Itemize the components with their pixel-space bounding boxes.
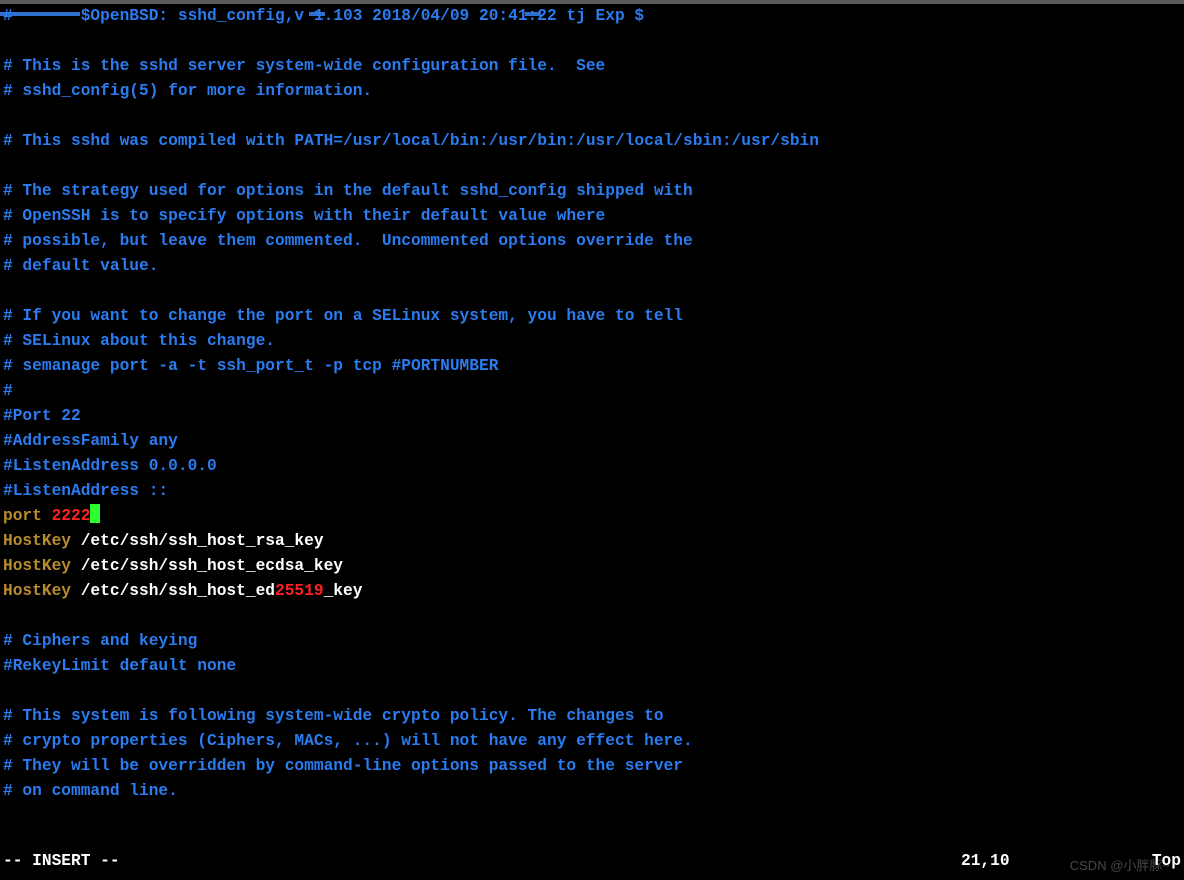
code-line[interactable] [3, 279, 1181, 304]
comment-text: # The strategy used for options in the d… [3, 182, 693, 200]
code-line[interactable] [3, 104, 1181, 129]
comment-text: # $OpenBSD: sshd_config,v 1.103 2018/04/… [3, 7, 644, 25]
code-line[interactable] [3, 604, 1181, 629]
code-line[interactable]: # semanage port -a -t ssh_port_t -p tcp … [3, 354, 1181, 379]
code-line[interactable]: # crypto properties (Ciphers, MACs, ...)… [3, 729, 1181, 754]
code-line[interactable] [3, 29, 1181, 54]
code-line[interactable]: # sshd_config(5) for more information. [3, 79, 1181, 104]
config-value: /etc/ssh/ssh_host_ed [71, 582, 275, 600]
code-line[interactable]: # on command line. [3, 779, 1181, 804]
config-value: /etc/ssh/ssh_host_ecdsa_key [71, 557, 343, 575]
code-line[interactable]: # This sshd was compiled with PATH=/usr/… [3, 129, 1181, 154]
code-line[interactable]: port 2222 [3, 504, 1181, 529]
text-cursor [90, 504, 100, 523]
code-line[interactable]: # [3, 379, 1181, 404]
code-line[interactable]: #RekeyLimit default none [3, 654, 1181, 679]
number-literal: 25519 [275, 582, 324, 600]
code-line[interactable] [3, 679, 1181, 704]
config-key: port [3, 507, 52, 525]
watermark: CSDN @小胖豚~ [1070, 853, 1170, 878]
comment-text: # This system is following system-wide c… [3, 707, 664, 725]
code-line[interactable]: # Ciphers and keying [3, 629, 1181, 654]
code-line[interactable]: #Port 22 [3, 404, 1181, 429]
code-line[interactable]: # possible, but leave them commented. Un… [3, 229, 1181, 254]
code-line[interactable]: HostKey /etc/ssh/ssh_host_ecdsa_key [3, 554, 1181, 579]
comment-text: # semanage port -a -t ssh_port_t -p tcp … [3, 357, 498, 375]
comment-text: # crypto properties (Ciphers, MACs, ...)… [3, 732, 693, 750]
comment-text: #Port 22 [3, 407, 81, 425]
comment-text: # This is the sshd server system-wide co… [3, 57, 605, 75]
code-line[interactable]: # They will be overridden by command-lin… [3, 754, 1181, 779]
comment-text: #ListenAddress 0.0.0.0 [3, 457, 217, 475]
code-line[interactable]: # SELinux about this change. [3, 329, 1181, 354]
config-value: _key [324, 582, 363, 600]
code-line[interactable]: # default value. [3, 254, 1181, 279]
config-value: /etc/ssh/ssh_host_rsa_key [71, 532, 324, 550]
number-literal: 2222 [52, 507, 91, 525]
comment-text: #ListenAddress :: [3, 482, 168, 500]
code-line[interactable] [3, 154, 1181, 179]
comment-text: # [3, 382, 13, 400]
code-line[interactable]: #ListenAddress :: [3, 479, 1181, 504]
code-line[interactable]: HostKey /etc/ssh/ssh_host_ed25519_key [3, 579, 1181, 604]
comment-text: # on command line. [3, 782, 178, 800]
comment-text: # They will be overridden by command-lin… [3, 757, 683, 775]
config-key: HostKey [3, 582, 71, 600]
vim-status-line: -- INSERT -- 21,10 Top [3, 849, 1181, 874]
comment-text: # Ciphers and keying [3, 632, 197, 650]
comment-text: # SELinux about this change. [3, 332, 275, 350]
comment-text: # sshd_config(5) for more information. [3, 82, 372, 100]
config-key: HostKey [3, 557, 71, 575]
comment-text: # This sshd was compiled with PATH=/usr/… [3, 132, 819, 150]
comment-text: # default value. [3, 257, 158, 275]
terminal-editor[interactable]: # $OpenBSD: sshd_config,v 1.103 2018/04/… [0, 4, 1184, 804]
code-line[interactable]: # If you want to change the port on a SE… [3, 304, 1181, 329]
comment-text: #RekeyLimit default none [3, 657, 236, 675]
code-line[interactable]: # The strategy used for options in the d… [3, 179, 1181, 204]
code-line[interactable]: HostKey /etc/ssh/ssh_host_rsa_key [3, 529, 1181, 554]
code-line[interactable]: #AddressFamily any [3, 429, 1181, 454]
vim-mode: -- INSERT -- [3, 849, 961, 874]
comment-text: # If you want to change the port on a SE… [3, 307, 683, 325]
config-key: HostKey [3, 532, 71, 550]
code-line[interactable]: # $OpenBSD: sshd_config,v 1.103 2018/04/… [3, 4, 1181, 29]
code-line[interactable]: #ListenAddress 0.0.0.0 [3, 454, 1181, 479]
code-line[interactable]: # This system is following system-wide c… [3, 704, 1181, 729]
comment-text: #AddressFamily any [3, 432, 178, 450]
code-line[interactable]: # OpenSSH is to specify options with the… [3, 204, 1181, 229]
code-line[interactable]: # This is the sshd server system-wide co… [3, 54, 1181, 79]
comment-text: # possible, but leave them commented. Un… [3, 232, 693, 250]
comment-text: # OpenSSH is to specify options with the… [3, 207, 605, 225]
